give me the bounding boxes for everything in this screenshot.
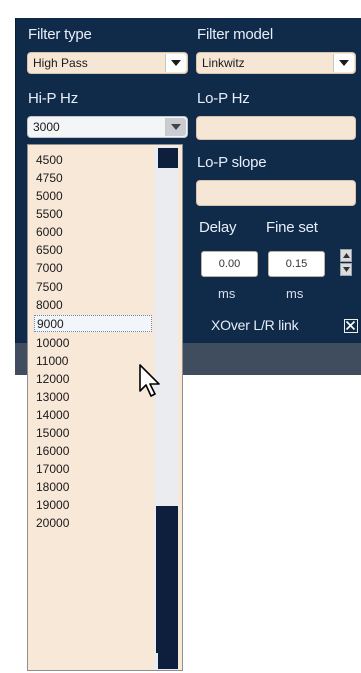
lop-slope-label: Lo-P slope — [197, 154, 267, 171]
list-item[interactable]: 17000 — [36, 461, 69, 478]
list-item[interactable]: 11000 — [36, 353, 68, 370]
chevron-up-icon — [342, 253, 350, 258]
lop-slope-field[interactable] — [196, 180, 356, 206]
scroll-up-button[interactable] — [158, 148, 178, 168]
list-item[interactable]: 12000 — [36, 371, 69, 388]
list-item[interactable]: 13000 — [36, 389, 69, 406]
list-item[interactable]: 4500 — [36, 152, 63, 169]
filter-type-label: Filter type — [28, 26, 92, 43]
filter-type-value: High Pass — [33, 56, 88, 70]
checkbox-x-icon — [345, 320, 356, 331]
list-item[interactable]: 10000 — [36, 335, 69, 352]
filter-model-label: Filter model — [197, 26, 273, 43]
list-item[interactable]: 19000 — [36, 497, 69, 514]
xover-link-label: XOver L/R link — [211, 317, 299, 333]
lop-hz-field[interactable] — [196, 116, 356, 140]
delay-input[interactable]: 0.00 — [201, 251, 258, 277]
list-item[interactable]: 4750 — [36, 170, 63, 187]
delay-label: Delay — [199, 219, 237, 236]
chevron-down-icon[interactable] — [165, 54, 186, 72]
fine-set-label: Fine set — [266, 219, 318, 236]
list-item[interactable]: 7000 — [36, 260, 63, 277]
list-item[interactable]: 7500 — [36, 279, 63, 296]
list-item[interactable]: 8000 — [36, 297, 63, 314]
lop-hz-label: Lo-P Hz — [197, 90, 250, 107]
chevron-down-icon — [342, 267, 350, 272]
mouse-pointer-icon — [139, 364, 160, 397]
list-item[interactable]: 18000 — [36, 479, 69, 496]
list-item[interactable]: 6000 — [36, 224, 63, 241]
fine-set-unit: ms — [286, 286, 304, 301]
scrollbar-thumb[interactable] — [156, 506, 178, 653]
list-item[interactable]: 15000 — [36, 425, 69, 442]
chevron-down-icon[interactable] — [333, 54, 354, 72]
scroll-down-button[interactable] — [158, 653, 178, 669]
list-item-hovered[interactable]: 9000 — [34, 315, 152, 332]
filter-type-select[interactable]: High Pass — [27, 52, 188, 74]
list-item[interactable]: 5000 — [36, 188, 63, 205]
list-item[interactable]: 20000 — [36, 515, 69, 532]
hip-hz-select[interactable]: 3000 — [27, 116, 188, 138]
fine-set-increment-button[interactable] — [340, 249, 352, 262]
chevron-down-icon[interactable] — [165, 118, 186, 136]
xover-link-checkbox[interactable] — [344, 319, 358, 333]
fine-set-decrement-button[interactable] — [340, 263, 352, 276]
list-item[interactable]: 6500 — [36, 242, 63, 259]
filter-model-select[interactable]: Linkwitz — [196, 52, 356, 74]
list-item[interactable]: 5500 — [36, 206, 63, 223]
fine-set-input[interactable]: 0.15 — [268, 251, 325, 277]
hip-hz-value: 3000 — [33, 120, 60, 134]
delay-unit: ms — [218, 286, 236, 301]
hip-hz-label: Hi-P Hz — [28, 90, 78, 107]
list-item[interactable]: 16000 — [36, 443, 69, 460]
filter-model-value: Linkwitz — [202, 56, 245, 70]
list-item[interactable]: 14000 — [36, 407, 69, 424]
